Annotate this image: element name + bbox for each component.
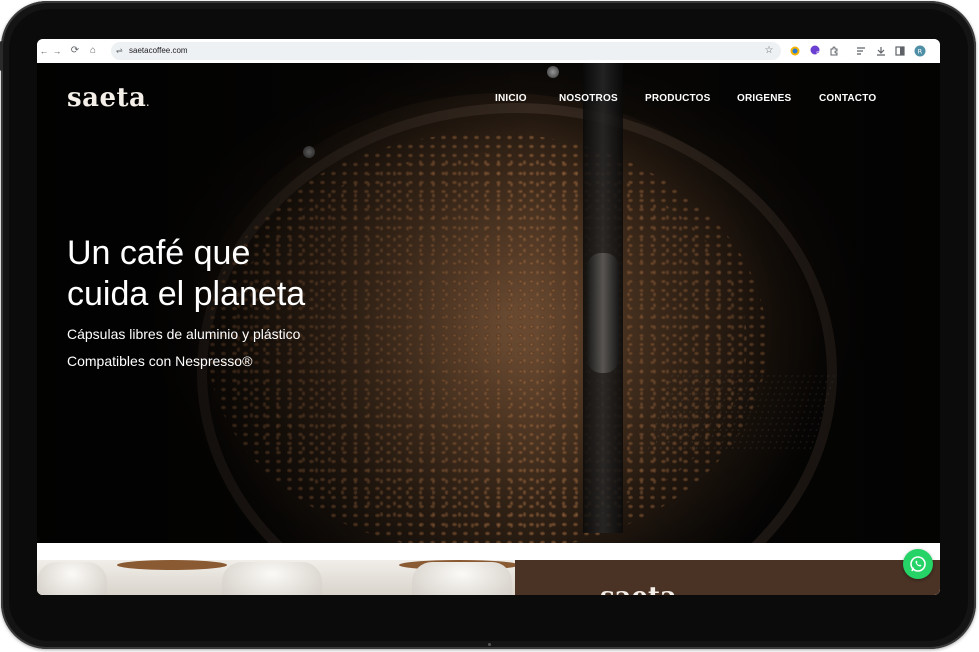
capsule — [37, 562, 107, 595]
nav-nosotros[interactable]: NOSOTROS — [559, 93, 618, 104]
products-section: saeta — [37, 543, 940, 595]
site-logo[interactable]: saeta. — [67, 83, 150, 113]
site-info-icon[interactable]: ⇌ — [116, 42, 123, 60]
capsule — [412, 562, 512, 595]
hero-subtitle: Compatibles con Nespresso® — [67, 353, 253, 369]
bookmark-star-icon[interactable]: ☆ — [763, 39, 775, 63]
reload-icon[interactable]: ⟳ — [69, 39, 81, 63]
home-icon[interactable]: ⌂ — [87, 39, 99, 63]
volume-button — [0, 41, 3, 71]
nav-inicio[interactable]: INICIO — [495, 93, 527, 104]
browser-toolbar: ← → ⟳ ⌂ ⇌ saetacoffee.com ☆ 5 R — [37, 39, 940, 64]
back-icon[interactable]: ← — [39, 39, 49, 63]
forward-icon[interactable]: → — [51, 39, 63, 63]
hero-subtitle: Cápsulas libres de aluminio y plástico — [67, 326, 301, 342]
url-text: saetacoffee.com — [129, 46, 188, 55]
nav-origenes[interactable]: ORIGENES — [737, 93, 791, 104]
hero-title: Un café que cuida el planeta — [67, 233, 487, 315]
extension-badge-icon[interactable]: 5 — [809, 39, 823, 63]
hero-title-line: Un café que — [67, 234, 251, 272]
whatsapp-icon[interactable] — [903, 549, 933, 579]
download-icon[interactable] — [875, 39, 887, 63]
svg-text:5: 5 — [816, 51, 820, 57]
browser-screen: ← → ⟳ ⌂ ⇌ saetacoffee.com ☆ 5 R saeta. I… — [37, 39, 940, 595]
profile-avatar[interactable]: R — [913, 39, 927, 63]
brand-panel-logo: saeta — [600, 582, 677, 595]
reading-list-icon[interactable] — [855, 39, 867, 63]
capsules-image — [37, 560, 515, 595]
hero-title-line: cuida el planeta — [67, 275, 306, 313]
svg-text:R: R — [918, 48, 923, 56]
nav-contacto[interactable]: CONTACTO — [819, 93, 876, 104]
brand-panel: saeta — [515, 560, 940, 595]
extension-icon[interactable] — [789, 39, 801, 63]
camera-dot — [488, 643, 491, 646]
nav-productos[interactable]: PRODUCTOS — [645, 93, 711, 104]
hero-section: saeta. INICIO NOSOTROS PRODUCTOS ORIGENE… — [37, 63, 940, 543]
side-panel-icon[interactable] — [894, 39, 906, 63]
address-bar[interactable]: ⇌ saetacoffee.com — [111, 42, 781, 60]
capsule-rim — [117, 560, 227, 570]
capsule — [222, 562, 322, 595]
puzzle-extensions-icon[interactable] — [828, 39, 840, 63]
